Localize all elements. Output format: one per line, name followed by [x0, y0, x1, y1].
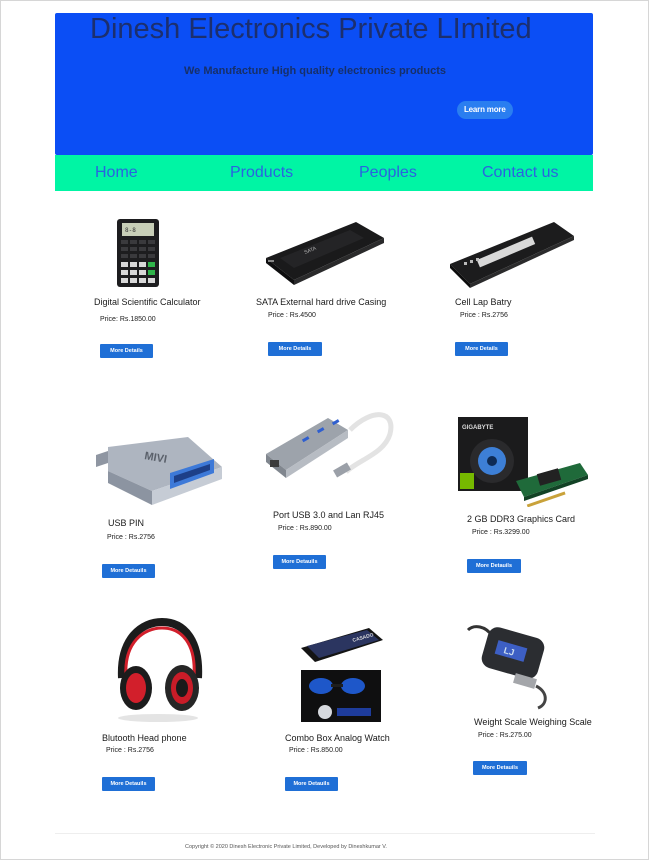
more-details-button[interactable]: More Detauils: [102, 564, 155, 578]
product-name: Combo Box Analog Watch: [285, 733, 390, 743]
more-details-button[interactable]: More Details: [268, 342, 322, 356]
main-nav: Home Products Peoples Contact us: [55, 155, 593, 191]
watch-box-icon: CASADO: [295, 628, 385, 724]
svg-text:GIGABYTE: GIGABYTE: [462, 425, 493, 431]
product-price: Price : Rs.275.00: [478, 732, 532, 739]
hard-drive-icon: SATA: [260, 218, 388, 288]
nav-products[interactable]: Products: [230, 164, 293, 182]
usb-hub-icon: [262, 408, 394, 490]
nav-contact[interactable]: Contact us: [482, 164, 558, 182]
more-details-button[interactable]: More Detauils: [273, 555, 326, 569]
product-price: Price: Rs.1850.00: [100, 316, 156, 323]
copyright-text: Copyright © 2020 Dinesh Electronic Priva…: [185, 844, 387, 850]
graphics-card-icon: GIGABYTE: [456, 415, 590, 508]
more-details-button[interactable]: More Details: [100, 344, 153, 358]
hero-banner: Dinesh Electronics Private LImited We Ma…: [55, 13, 593, 155]
calculator-icon: 8-8: [115, 218, 161, 288]
more-details-button[interactable]: More Details: [455, 342, 508, 356]
product-name: SATA External hard drive Casing: [256, 297, 387, 307]
more-details-button[interactable]: More Detauils: [102, 777, 155, 791]
nav-peoples[interactable]: Peoples: [359, 164, 417, 182]
product-price: Price : Rs.2756: [107, 534, 155, 541]
more-details-button[interactable]: More Detauils: [467, 559, 521, 573]
product-price: Price : Rs.2756: [106, 747, 154, 754]
product-name: Cell Lap Batry: [455, 297, 512, 307]
site-tagline: We Manufacture High quality electronics …: [184, 65, 447, 77]
product-price: Price : Rs.3299.00: [472, 529, 530, 536]
product-price: Price : Rs.4500: [268, 312, 316, 319]
headphones-icon: [112, 617, 204, 724]
product-name: 2 GB DDR3 Graphics Card: [467, 514, 576, 524]
product-name: Port USB 3.0 and Lan RJ45: [273, 510, 385, 520]
battery-icon: [446, 218, 576, 290]
more-details-button[interactable]: More Detauils: [285, 777, 338, 791]
weighing-scale-icon: LJ: [464, 622, 558, 710]
svg-text:8-8: 8-8: [125, 227, 136, 234]
site-title: Dinesh Electronics Private LImited: [90, 13, 532, 45]
more-details-button[interactable]: More Detauils: [473, 761, 527, 775]
product-price: Price : Rs.850.00: [289, 747, 343, 754]
footer: Copyright © 2020 Dinesh Electronic Priva…: [55, 833, 595, 860]
usb-adapter-icon: MIVI: [92, 433, 224, 511]
product-price: Price : Rs.890.00: [278, 525, 332, 532]
product-price: Price : Rs.2756: [460, 312, 508, 319]
product-name: Digital Scientific Calculator: [94, 297, 201, 307]
product-name: USB PIN: [108, 518, 145, 528]
nav-home[interactable]: Home: [95, 164, 138, 182]
product-name: Blutooth Head phone: [102, 733, 187, 743]
product-name: Weight Scale Weighing Scale: [474, 717, 592, 727]
learn-more-button[interactable]: Learn more: [457, 101, 513, 119]
